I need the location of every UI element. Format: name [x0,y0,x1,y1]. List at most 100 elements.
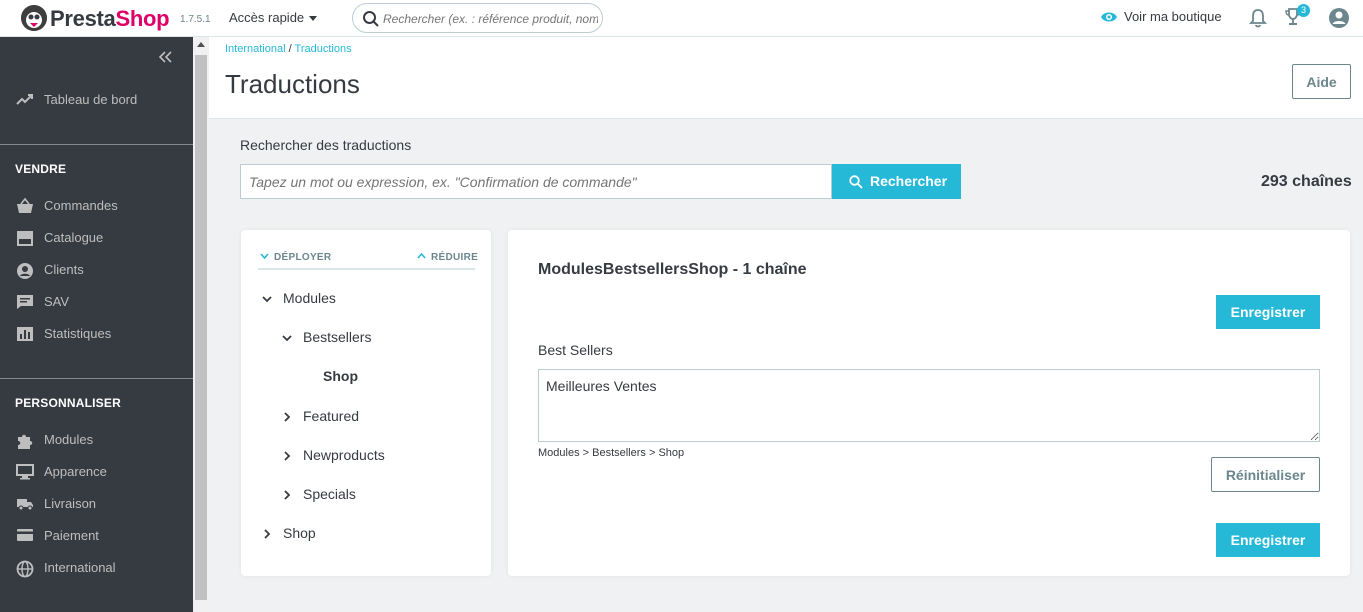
sidebar-item-label: Livraison [44,496,97,511]
sidebar-item-international[interactable]: International [0,556,193,580]
sidebar-item-label: Catalogue [44,230,104,245]
prestashop-logo-icon[interactable] [21,5,47,31]
sidebar-item-modules[interactable]: Modules [0,428,193,452]
tree-node-label: Shop [323,368,358,384]
translation-field-label: Best Sellers [538,342,613,358]
sidebar-item-label: International [44,560,116,575]
translation-textarea[interactable]: Meilleures Ventes [538,369,1320,442]
globe-icon [16,560,34,578]
chevron-right-icon [284,490,291,500]
page-header: International / Traductions Traductions … [209,37,1363,119]
sidebar-item-statistics[interactable]: Statistiques [0,322,193,346]
sidebar-item-dashboard[interactable]: Tableau de bord [0,88,193,112]
tree-node-specials[interactable]: Specials [281,486,356,502]
basket-icon [17,198,33,213]
brand-name[interactable]: PrestaShop [50,6,170,32]
editor-title: ModulesBestsellersShop - 1 chaîne [538,261,807,278]
section-title-sell: VENDRE [15,162,67,176]
quick-access-dropdown[interactable]: Accès rapide [229,10,318,25]
search-icon [849,175,863,189]
bell-icon[interactable] [1249,8,1267,28]
puzzle-icon [18,434,33,449]
search-translations-label: Rechercher des traductions [240,137,412,153]
collapse-sidebar-icon[interactable] [158,51,174,63]
translation-path: Modules > Bestsellers > Shop [538,447,685,459]
tree-node-label: Newproducts [303,447,385,463]
sidebar-item-label: Tableau de bord [44,92,138,107]
tree-node-label: Modules [283,290,336,306]
search-icon[interactable] [362,10,380,28]
sidebar-item-appearance[interactable]: Apparence [0,460,193,484]
bar-chart-icon [17,327,33,341]
sidebar-item-shipping[interactable]: Livraison [0,492,193,516]
breadcrumb-separator: / [288,43,292,55]
credit-card-icon [17,529,33,541]
version-label: 1.7.5.1 [180,14,211,25]
chat-icon [17,295,33,309]
expand-all-button[interactable]: DÉPLOYER [260,252,331,263]
user-icon[interactable] [1328,7,1350,29]
sidebar: Tableau de bord VENDRE Commandes Catalog… [0,37,193,612]
brand-suffix: Shop [115,6,170,31]
search-translations-input[interactable] [240,164,832,199]
sidebar-item-catalog[interactable]: Catalogue [0,226,193,250]
scrollbar-thumb[interactable] [195,55,207,600]
chevron-down-icon [309,16,318,22]
sidebar-item-support[interactable]: SAV [0,290,193,314]
sidebar-item-orders[interactable]: Commandes [0,194,193,218]
tree-actions: DÉPLOYER RÉDUIRE [258,250,478,270]
tree-node-featured[interactable]: Featured [281,408,359,424]
save-button-bottom[interactable]: Enregistrer [1216,523,1320,557]
scroll-up-icon[interactable] [197,42,205,47]
reset-button[interactable]: Réinitialiser [1211,457,1320,492]
header-search-input[interactable] [383,9,598,29]
account-circle-icon [17,263,33,279]
tree-node-modules[interactable]: Modules [261,290,336,306]
tree-node-label: Bestsellers [303,329,372,345]
view-shop-link[interactable]: Voir ma boutique [1100,9,1222,24]
sidebar-item-label: Commandes [44,198,118,213]
page-title: Traductions [225,69,360,99]
top-header: PrestaShop 1.7.5.1 Accès rapide Voir ma … [0,0,1363,37]
sidebar-item-label: Paiement [44,528,99,543]
sidebar-item-label: Clients [44,262,84,277]
expand-all-label: DÉPLOYER [274,252,332,263]
trending-up-icon [16,94,33,105]
breadcrumb-international[interactable]: International [225,43,286,55]
sidebar-divider [0,378,193,379]
translation-tree: DÉPLOYER RÉDUIRE Modules Bestsellers Sho… [241,230,491,576]
chevron-right-icon [284,412,291,422]
strings-count: 293 chaînes [1261,173,1352,190]
notifications-badge: 3 [1297,4,1310,17]
collapse-all-label: RÉDUIRE [431,252,479,263]
save-button-top[interactable]: Enregistrer [1216,295,1320,329]
sidebar-item-label: SAV [44,294,70,309]
tree-node-shop-active[interactable]: Shop [323,368,358,384]
monitor-icon [16,464,34,480]
tree-node-newproducts[interactable]: Newproducts [281,447,385,463]
tree-node-shop[interactable]: Shop [261,525,316,541]
header-search[interactable] [352,3,603,33]
sidebar-divider [0,144,193,145]
section-title-customize: PERSONNALISER [15,396,121,410]
search-button[interactable]: Rechercher [832,164,961,199]
tree-node-label: Featured [303,408,360,424]
help-button[interactable]: Aide [1292,64,1351,99]
tree-node-label: Specials [303,486,356,502]
sidebar-item-payment[interactable]: Paiement [0,524,193,548]
collapse-all-button[interactable]: RÉDUIRE [417,252,478,263]
chevron-down-icon [282,335,292,342]
sidebar-item-label: Modules [44,432,94,447]
tree-node-bestsellers[interactable]: Bestsellers [281,329,371,345]
chevron-right-icon [284,451,291,461]
chevron-right-icon [264,529,271,539]
quick-access-label: Accès rapide [229,10,305,25]
sidebar-item-customers[interactable]: Clients [0,258,193,282]
breadcrumb-translations[interactable]: Traductions [295,43,352,55]
chevron-up-icon [417,253,426,259]
sidebar-scrollbar[interactable] [193,37,209,612]
tree-node-label: Shop [283,525,316,541]
brand-prefix: Presta [50,6,116,31]
chevron-down-icon [260,253,269,259]
breadcrumb: International / Traductions [225,43,352,55]
